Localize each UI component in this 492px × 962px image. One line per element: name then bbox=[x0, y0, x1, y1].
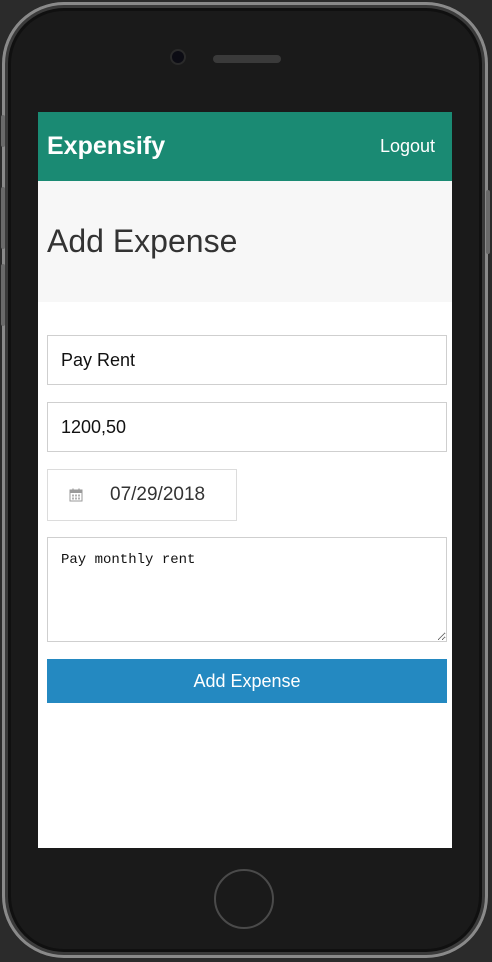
calendar-icon bbox=[69, 488, 83, 502]
date-value[interactable]: 07/29/2018 bbox=[110, 484, 205, 506]
app-header: Expensify Logout bbox=[38, 112, 452, 181]
expense-form: 07/29/2018 Pay monthly rent Add Expense bbox=[38, 302, 452, 703]
app-screen: Expensify Logout Add Expense Pay Rent 12… bbox=[38, 112, 452, 848]
logout-button[interactable]: Logout bbox=[380, 136, 435, 157]
page-header: Add Expense bbox=[38, 181, 452, 302]
amount-input[interactable] bbox=[47, 402, 447, 452]
mute-switch bbox=[1, 115, 5, 147]
description-input[interactable] bbox=[47, 335, 447, 385]
note-textarea[interactable]: Pay monthly rent bbox=[47, 537, 447, 642]
date-picker[interactable]: 07/29/2018 bbox=[47, 469, 237, 521]
brand-link[interactable]: Expensify bbox=[47, 132, 165, 161]
front-camera bbox=[172, 51, 184, 63]
volume-up-button bbox=[1, 187, 5, 249]
home-button bbox=[214, 869, 274, 929]
speaker-grille bbox=[213, 55, 281, 63]
page-title: Add Expense bbox=[47, 223, 238, 259]
add-expense-button[interactable]: Add Expense bbox=[47, 659, 447, 703]
power-button bbox=[486, 190, 490, 254]
volume-down-button bbox=[1, 264, 5, 326]
phone-frame: Expensify Logout Add Expense Pay Rent 12… bbox=[1, 2, 490, 958]
